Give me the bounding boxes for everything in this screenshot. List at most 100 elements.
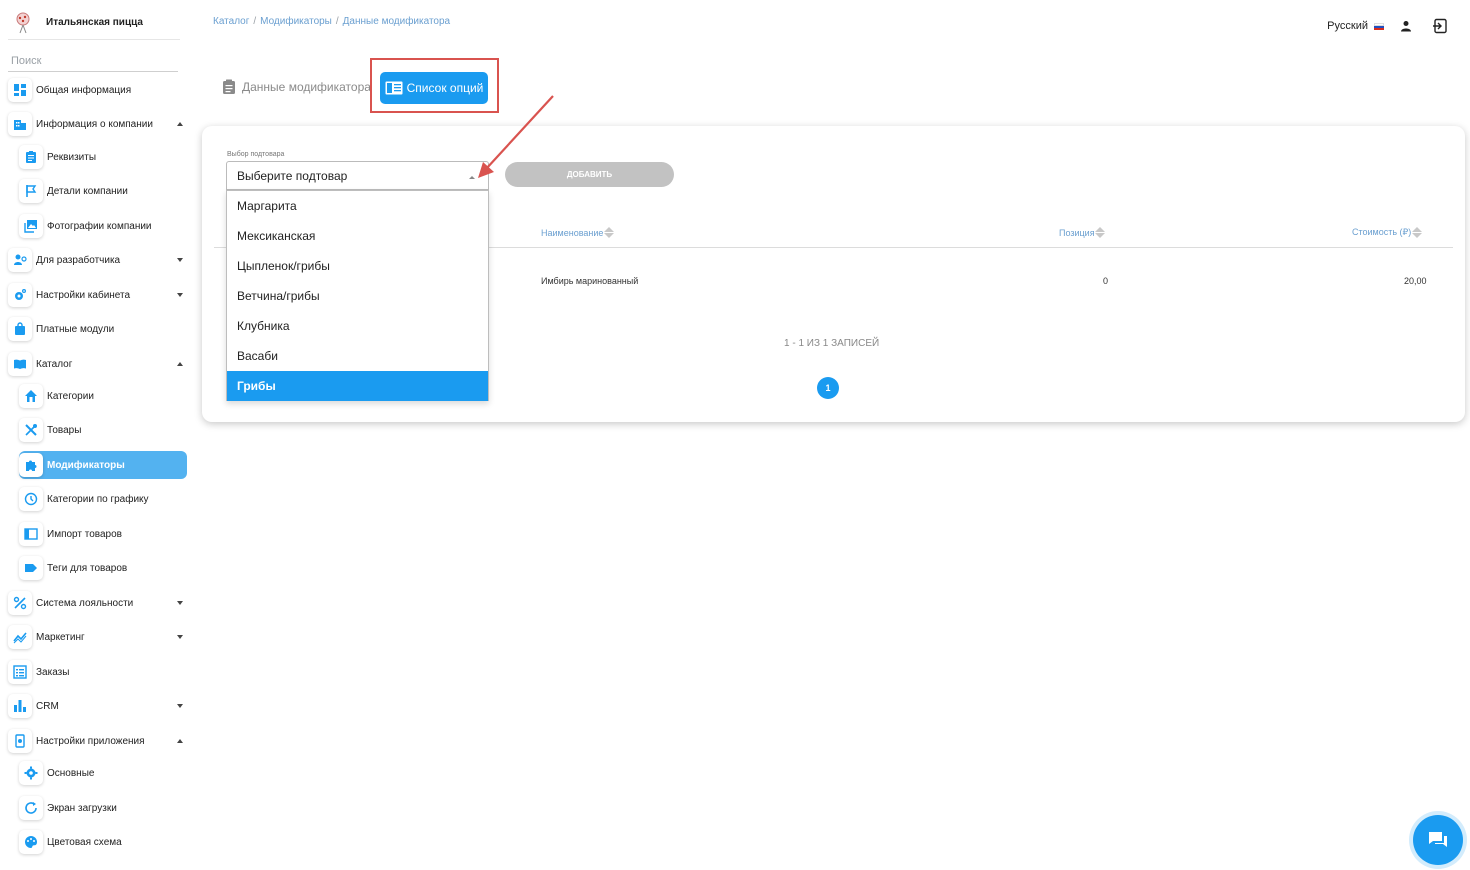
sidebar-item-cabinet-settings[interactable]: Настройки кабинета bbox=[8, 280, 188, 310]
sidebar-item-app-settings[interactable]: Настройки приложения bbox=[8, 726, 188, 756]
column-header-position[interactable]: Позиция bbox=[1059, 226, 1106, 239]
column-header-name[interactable]: Наименование bbox=[541, 226, 614, 239]
sidebar-item-label: Маркетинг bbox=[36, 631, 85, 643]
sidebar-item-import-products[interactable]: Импорт товаров bbox=[19, 519, 187, 549]
sidebar-item-modifiers[interactable]: Модификаторы bbox=[19, 451, 187, 479]
column-header-label: Стоимость (₽) bbox=[1352, 227, 1412, 237]
sidebar-item-label: Система лояльности bbox=[36, 597, 134, 609]
bar-chart-icon bbox=[8, 694, 32, 718]
sidebar-item-label: Категории bbox=[47, 390, 94, 402]
pagination-page-1[interactable]: 1 bbox=[817, 377, 839, 399]
sidebar-item-requisites[interactable]: Реквизиты bbox=[19, 142, 187, 172]
sidebar-item-company-details[interactable]: Детали компании bbox=[19, 176, 187, 206]
language-selector[interactable]: Русский bbox=[1327, 20, 1384, 32]
sidebar-search[interactable] bbox=[8, 50, 178, 72]
sidebar-item-label: Модификаторы bbox=[47, 459, 125, 471]
tab-modifier-data[interactable]: Данные модификатора bbox=[222, 79, 371, 95]
chevron-up-icon bbox=[177, 362, 183, 366]
breadcrumb-catalog[interactable]: Каталог bbox=[213, 16, 249, 27]
sidebar-item-orders[interactable]: Заказы bbox=[8, 657, 188, 687]
flag-icon bbox=[19, 179, 43, 203]
sidebar-item-label: Каталог bbox=[36, 358, 73, 370]
tag-icon bbox=[19, 556, 43, 580]
sidebar-item-label: Настройки приложения bbox=[36, 735, 145, 747]
dropdown-option[interactable]: Клубника bbox=[227, 311, 488, 341]
chat-button[interactable] bbox=[1413, 815, 1463, 865]
sidebar-item-loyalty[interactable]: Система лояльности bbox=[8, 588, 188, 618]
sidebar-item-label: Фотографии компании bbox=[47, 220, 152, 232]
chevron-down-icon bbox=[177, 293, 183, 297]
sidebar-item-developer[interactable]: Для разработчика bbox=[8, 245, 188, 275]
sidebar-item-general-info[interactable]: Общая информация bbox=[8, 75, 188, 105]
select-placeholder: Выберите подтовар bbox=[237, 168, 348, 183]
sidebar-item-label: Настройки кабинета bbox=[36, 289, 131, 301]
sidebar-item-scheduled-categories[interactable]: Категории по графику bbox=[19, 484, 187, 514]
import-icon bbox=[19, 522, 43, 546]
dropdown-option-highlighted[interactable]: Грибы bbox=[227, 371, 488, 401]
trend-icon bbox=[8, 625, 32, 649]
sidebar-item-company-info[interactable]: Информация о компании bbox=[8, 109, 188, 139]
chevron-up-icon bbox=[177, 122, 183, 126]
sidebar-item-label: Реквизиты bbox=[47, 151, 97, 163]
table-cell-position: 0 bbox=[1103, 276, 1109, 286]
sidebar-item-marketing[interactable]: Маркетинг bbox=[8, 622, 188, 652]
chevron-down-icon bbox=[177, 258, 183, 262]
user-icon[interactable] bbox=[1394, 16, 1418, 36]
column-header-price[interactable]: Стоимость (₽) bbox=[1352, 226, 1422, 239]
sidebar-item-label: Экран загрузки bbox=[47, 802, 117, 814]
sidebar-item-product-tags[interactable]: Теги для товаров bbox=[19, 553, 187, 583]
brand-name: Итальянская пицца bbox=[46, 17, 143, 28]
chat-icon bbox=[1429, 832, 1447, 847]
subproduct-dropdown: Маргарита Мексиканская Цыпленок/грибы Ве… bbox=[226, 190, 489, 401]
photos-icon bbox=[19, 214, 43, 238]
dropdown-option[interactable]: Цыпленок/грибы bbox=[227, 251, 488, 281]
sidebar-item-paid-modules[interactable]: Платные модули bbox=[8, 314, 188, 344]
breadcrumb-modifier-data[interactable]: Данные модификатора bbox=[343, 16, 450, 27]
sidebar-item-company-photos[interactable]: Фотографии компании bbox=[19, 211, 187, 241]
sidebar-item-crm[interactable]: CRM bbox=[8, 691, 188, 721]
breadcrumb-separator: / bbox=[335, 16, 339, 27]
sort-icon bbox=[1411, 226, 1422, 239]
chevron-down-icon bbox=[177, 635, 183, 639]
table-cell-price: 20,00 bbox=[1404, 276, 1427, 286]
sidebar-item-label: Импорт товаров bbox=[47, 528, 122, 540]
sidebar-item-label: Общая информация bbox=[36, 84, 132, 96]
sidebar-item-label: Платные модули bbox=[36, 323, 115, 335]
breadcrumb-modifiers[interactable]: Модификаторы bbox=[260, 16, 332, 27]
dropdown-option[interactable]: Васаби bbox=[227, 341, 488, 371]
building-icon bbox=[8, 112, 32, 136]
book-icon bbox=[8, 352, 32, 376]
home-icon bbox=[19, 384, 43, 408]
brand[interactable]: Итальянская пицца bbox=[8, 6, 180, 40]
breadcrumb: Каталог / Модификаторы / Данные модифика… bbox=[213, 16, 450, 27]
dropdown-option[interactable]: Ветчина/грибы bbox=[227, 281, 488, 311]
clipboard-icon bbox=[19, 145, 43, 169]
sidebar-item-label: Для разработчика bbox=[36, 254, 121, 266]
subproduct-select[interactable]: Выберите подтовар bbox=[226, 161, 489, 190]
sidebar-item-splash-screen[interactable]: Экран загрузки bbox=[19, 793, 187, 823]
records-count: 1 - 1 ИЗ 1 ЗАПИСЕЙ bbox=[784, 338, 880, 349]
sidebar-item-categories[interactable]: Категории bbox=[19, 381, 187, 411]
sidebar-item-products[interactable]: Товары bbox=[19, 415, 187, 445]
sidebar-item-basic[interactable]: Основные bbox=[19, 758, 187, 788]
phone-settings-icon bbox=[8, 729, 32, 753]
shopping-bag-icon bbox=[8, 317, 32, 341]
breadcrumb-separator: / bbox=[253, 16, 257, 27]
select-label: Выбор подтовара bbox=[227, 151, 285, 158]
list-icon bbox=[8, 660, 32, 684]
sidebar-item-color-scheme[interactable]: Цветовая схема bbox=[19, 827, 187, 857]
logout-icon[interactable] bbox=[1428, 16, 1452, 36]
dropdown-option[interactable]: Мексиканская bbox=[227, 221, 488, 251]
table-cell-name: Имбирь маринованный bbox=[541, 276, 639, 286]
palette-icon bbox=[19, 830, 43, 854]
search-input[interactable] bbox=[8, 50, 178, 71]
dropdown-option[interactable]: Маргарита bbox=[227, 191, 488, 221]
sidebar-item-label: Теги для товаров bbox=[47, 562, 128, 574]
percent-icon bbox=[8, 591, 32, 615]
sidebar-item-label: Информация о компании bbox=[36, 118, 153, 130]
sidebar-item-label: Цветовая схема bbox=[47, 836, 122, 848]
sidebar-item-catalog[interactable]: Каталог bbox=[8, 349, 188, 379]
tab-modifier-data-label: Данные модификатора bbox=[242, 80, 371, 94]
brand-logo bbox=[8, 8, 38, 38]
language-label: Русский bbox=[1327, 20, 1368, 32]
